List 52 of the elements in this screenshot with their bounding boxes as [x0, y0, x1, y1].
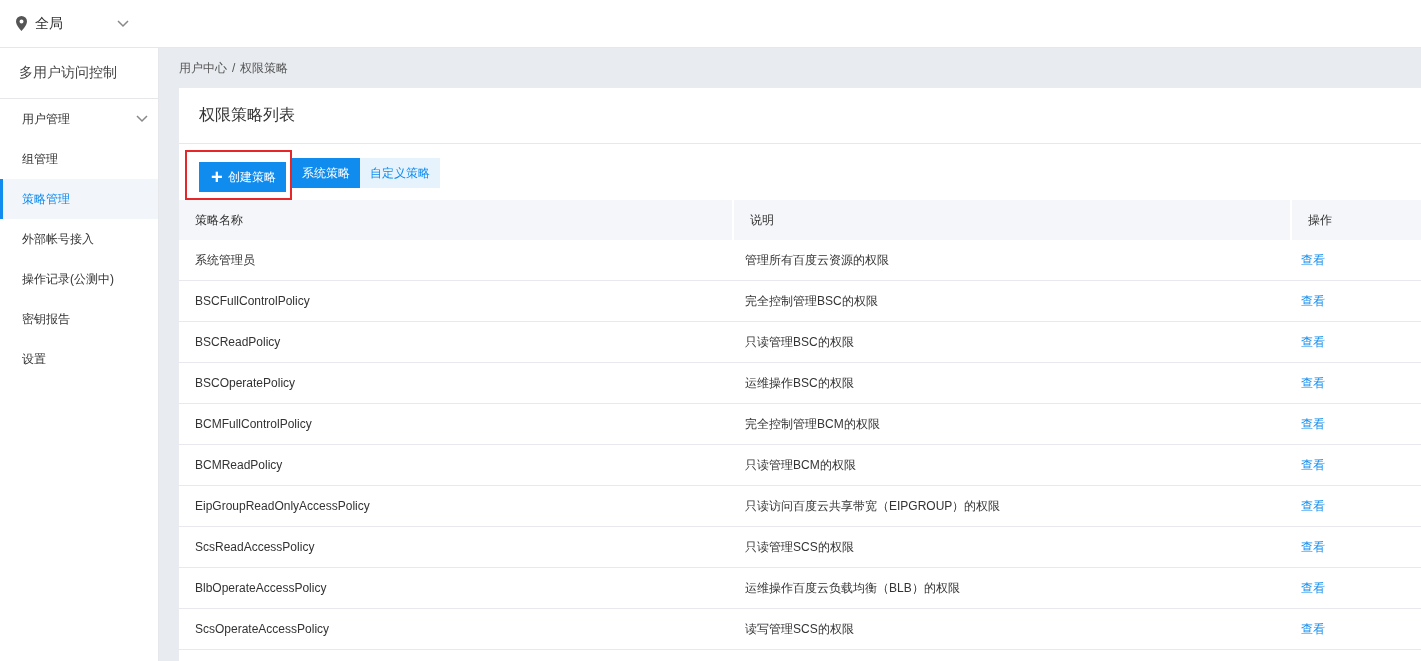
description-cell: 只读管理SCS的权限	[733, 526, 1291, 568]
view-link[interactable]: 查看	[1301, 375, 1325, 390]
description-cell: 只读访问百度云共享带宽（EIPGROUP）的权限	[733, 485, 1291, 527]
policy-tab[interactable]: 自定义策略	[359, 158, 440, 188]
sidebar-item[interactable]: 用户管理	[0, 99, 158, 139]
view-link[interactable]: 查看	[1301, 580, 1325, 595]
sidebar-item[interactable]: 策略管理	[0, 179, 158, 219]
sidebar-title: 多用户访问控制	[0, 48, 158, 99]
dropdown-chevron-icon[interactable]	[117, 19, 129, 28]
view-link[interactable]: 查看	[1301, 457, 1325, 472]
description-cell: 只读管理BSC的权限	[733, 321, 1291, 363]
column-header: 说明	[733, 200, 1291, 240]
view-link[interactable]: 查看	[1301, 498, 1325, 513]
view-link[interactable]: 查看	[1301, 252, 1325, 267]
policy-tab[interactable]: 系统策略	[291, 158, 360, 188]
policy-name-cell: ScsReadAccessPolicy	[179, 526, 733, 568]
region-selector[interactable]: 全局	[35, 14, 109, 33]
card-title: 权限策略列表	[179, 88, 1421, 144]
description-cell: 读写管理SCS的权限	[733, 608, 1291, 650]
view-link[interactable]: 查看	[1301, 539, 1325, 554]
description-cell: 只读管理BCM的权限	[733, 444, 1291, 486]
sidebar-item[interactable]: 设置	[0, 339, 158, 379]
description-cell: 运维操作百度云负载均衡（BLB）的权限	[733, 567, 1291, 609]
breadcrumb-item[interactable]: 用户中心	[179, 59, 227, 77]
policy-name-cell: BlbOperateAccessPolicy	[179, 567, 733, 609]
policy-name-cell: EipGroupReadOnlyAccessPolicy	[179, 485, 733, 527]
expand-chevron-icon[interactable]	[136, 115, 148, 123]
policy-name-cell: BCMReadPolicy	[179, 444, 733, 486]
policy-name-cell: 系统管理员	[179, 240, 733, 281]
policy-name-cell: BCMFullControlPolicy	[179, 403, 733, 445]
view-link[interactable]: 查看	[1301, 621, 1325, 636]
create-policy-button[interactable]: + 创建策略	[199, 162, 286, 192]
policy-name-cell: ScsOperateAccessPolicy	[179, 608, 733, 650]
policy-name-cell: BSCOperatePolicy	[179, 362, 733, 404]
sidebar-item[interactable]: 外部帐号接入	[0, 219, 158, 259]
description-cell: 完全控制管理BCM的权限	[733, 403, 1291, 445]
view-link[interactable]: 查看	[1301, 416, 1325, 431]
description-cell: 完全控制管理BSC的权限	[733, 280, 1291, 322]
breadcrumb-separator: /	[232, 61, 236, 75]
sidebar-item[interactable]: 密钥报告	[0, 299, 158, 339]
location-pin-icon	[16, 16, 27, 31]
description-cell: 运维操作BSC的权限	[733, 362, 1291, 404]
description-cell: 管理所有百度云资源的权限	[733, 240, 1291, 281]
sidebar-item[interactable]: 操作记录(公测中)	[0, 259, 158, 299]
sidebar-item[interactable]: 组管理	[0, 139, 158, 179]
column-header: 策略名称	[179, 200, 733, 240]
column-header: 操作	[1291, 200, 1421, 240]
view-link[interactable]: 查看	[1301, 293, 1325, 308]
view-link[interactable]: 查看	[1301, 334, 1325, 349]
breadcrumb-item: 权限策略	[240, 59, 289, 77]
policy-name-cell: BSCFullControlPolicy	[179, 280, 733, 322]
policy-name-cell: BSCReadPolicy	[179, 321, 733, 363]
